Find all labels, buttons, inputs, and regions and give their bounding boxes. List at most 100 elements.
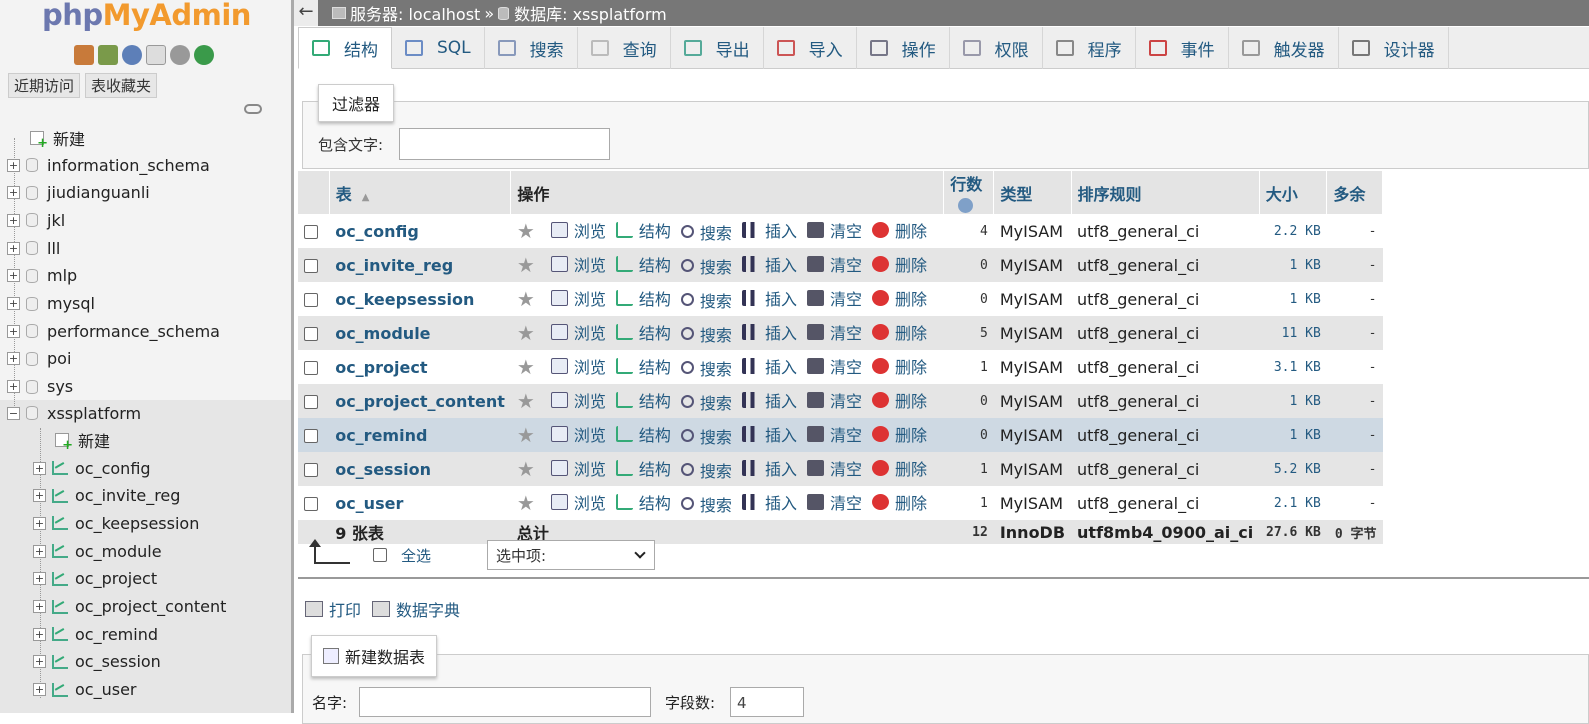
tree-db-jiudianguanli[interactable]: + jiudianguanli [7,180,150,206]
expand-icon[interactable]: + [7,186,20,200]
table-row[interactable]: oc_config ★ 浏览 结构 搜索 插入 清空 删除 4 MyISAM utf8_genera… [298,214,1383,248]
expand-icon[interactable]: + [7,241,20,255]
row-size[interactable]: 1 KB [1259,248,1327,282]
breadcrumb-server[interactable]: 服务器: localhost [350,1,480,25]
search-action[interactable]: 搜索 [680,220,732,244]
search-action[interactable]: 搜索 [680,356,732,380]
tree-db-jkl[interactable]: + jkl [7,207,65,233]
logout-icon[interactable] [98,45,118,65]
table-name-link[interactable]: oc_project_content [329,384,511,418]
expand-icon[interactable]: + [33,627,46,641]
favorite-star-icon[interactable]: ★ [517,491,537,515]
insert-action[interactable]: 插入 [741,388,797,412]
table-name-link[interactable]: oc_remind [329,418,511,452]
structure-action[interactable]: 结构 [615,422,671,446]
tab-clock[interactable]: 事件 [1136,27,1229,69]
print-link[interactable]: 打印 [305,597,361,621]
favorite-star-icon[interactable]: ★ [517,355,537,379]
insert-action[interactable]: 插入 [741,252,797,276]
browse-action[interactable]: 浏览 [550,320,606,344]
collapse-icon[interactable]: − [7,406,20,420]
favorite-star-icon[interactable]: ★ [517,423,537,447]
empty-action[interactable]: 清空 [806,456,862,480]
table-name-link[interactable]: oc_invite_reg [329,248,511,282]
tab-query[interactable]: 查询 [578,27,671,69]
row-checkbox[interactable] [304,327,318,341]
expand-icon[interactable]: + [7,297,20,310]
header-table[interactable]: 表 ▲ [329,171,512,214]
empty-action[interactable]: 清空 [806,422,862,446]
row-checkbox[interactable] [304,463,318,477]
expand-icon[interactable]: + [33,489,46,503]
tree-db-sys[interactable]: + sys [7,374,73,400]
favorite-star-icon[interactable]: ★ [517,389,537,413]
browse-action[interactable]: 浏览 [550,490,606,514]
insert-action[interactable]: 插入 [741,218,797,242]
header-rows[interactable]: 行数 [943,171,995,214]
tree-table-oc_remind[interactable]: + oc_remind [33,621,158,647]
drop-action[interactable]: 删除 [871,320,927,344]
empty-action[interactable]: 清空 [806,388,862,412]
search-action[interactable]: 搜索 [680,322,732,346]
tab-wrench[interactable]: 操作 [857,27,950,69]
structure-action[interactable]: 结构 [615,456,671,480]
table-row[interactable]: oc_remind ★ 浏览 结构 搜索 插入 清空 删除 0 MyISAM utf8_genera… [298,418,1383,452]
structure-action[interactable]: 结构 [615,354,671,378]
structure-action[interactable]: 结构 [615,218,671,242]
tree-db-mlp[interactable]: + mlp [7,263,77,289]
structure-action[interactable]: 结构 [615,286,671,310]
empty-action[interactable]: 清空 [806,252,862,276]
structure-action[interactable]: 结构 [615,320,671,344]
favorite-tables-button[interactable]: 表收藏夹 [85,73,158,98]
drop-action[interactable]: 删除 [871,286,927,310]
row-checkbox[interactable] [304,497,318,511]
structure-action[interactable]: 结构 [615,252,671,276]
breadcrumb-database[interactable]: 数据库: xssplatform [514,1,667,25]
tree-table-oc_module[interactable]: + oc_module [33,538,162,564]
header-overhead[interactable]: 多余 [1326,171,1383,214]
row-size[interactable]: 1 KB [1259,282,1327,316]
insert-action[interactable]: 插入 [741,490,797,514]
tab-sql[interactable]: SQL [392,27,485,69]
tree-table-oc_keepsession[interactable]: + oc_keepsession [33,510,199,536]
row-size[interactable]: 2.2 KB [1259,214,1327,248]
browse-action[interactable]: 浏览 [550,218,606,242]
row-checkbox[interactable] [304,259,318,273]
drop-action[interactable]: 删除 [871,354,927,378]
browse-action[interactable]: 浏览 [550,354,606,378]
search-action[interactable]: 搜索 [680,390,732,414]
drop-action[interactable]: 删除 [871,422,927,446]
row-size[interactable]: 3.1 KB [1259,350,1327,384]
tree-db-mysql[interactable]: + mysql [7,291,95,317]
row-size[interactable]: 2.1 KB [1259,486,1327,520]
drop-action[interactable]: 删除 [871,456,927,480]
reload-icon[interactable] [194,45,214,65]
help-icon[interactable] [958,198,974,213]
row-size[interactable]: 5.2 KB [1259,452,1327,486]
tree-db-poi[interactable]: + poi [7,346,71,372]
table-row[interactable]: oc_project_content ★ 浏览 结构 搜索 插入 清空 删除 0 MyISAM ut… [298,384,1383,418]
tree-db-xssplatform[interactable]: − xssplatform [7,400,141,426]
empty-action[interactable]: 清空 [806,320,862,344]
table-row[interactable]: oc_keepsession ★ 浏览 结构 搜索 插入 清空 删除 0 MyISAM utf8_g… [298,282,1383,316]
browse-action[interactable]: 浏览 [550,422,606,446]
table-name-link[interactable]: oc_config [329,214,511,248]
tab-import[interactable]: 导入 [764,27,857,69]
select-all-label[interactable]: 全选 [401,545,431,566]
header-collation[interactable]: 排序规则 [1071,171,1260,214]
row-checkbox[interactable] [304,429,318,443]
collapse-nav-arrow-icon[interactable]: ← [294,0,318,26]
row-checkbox[interactable] [304,395,318,409]
table-row[interactable]: oc_project ★ 浏览 结构 搜索 插入 清空 删除 1 MyISAM utf8_gener… [298,350,1383,384]
favorite-star-icon[interactable]: ★ [517,287,537,311]
search-action[interactable]: 搜索 [680,424,732,448]
table-row[interactable]: oc_invite_reg ★ 浏览 结构 搜索 插入 清空 删除 0 MyISAM utf8_ge… [298,248,1383,282]
table-name-link[interactable]: oc_user [329,486,511,520]
structure-action[interactable]: 结构 [615,388,671,412]
tree-db-performance_schema[interactable]: + performance_schema [7,318,220,344]
tab-export[interactable]: 导出 [671,27,764,69]
empty-action[interactable]: 清空 [806,354,862,378]
browse-action[interactable]: 浏览 [550,456,606,480]
tree-db-lll[interactable]: + lll [7,235,60,261]
tree-table-oc_user[interactable]: + oc_user [33,677,136,703]
